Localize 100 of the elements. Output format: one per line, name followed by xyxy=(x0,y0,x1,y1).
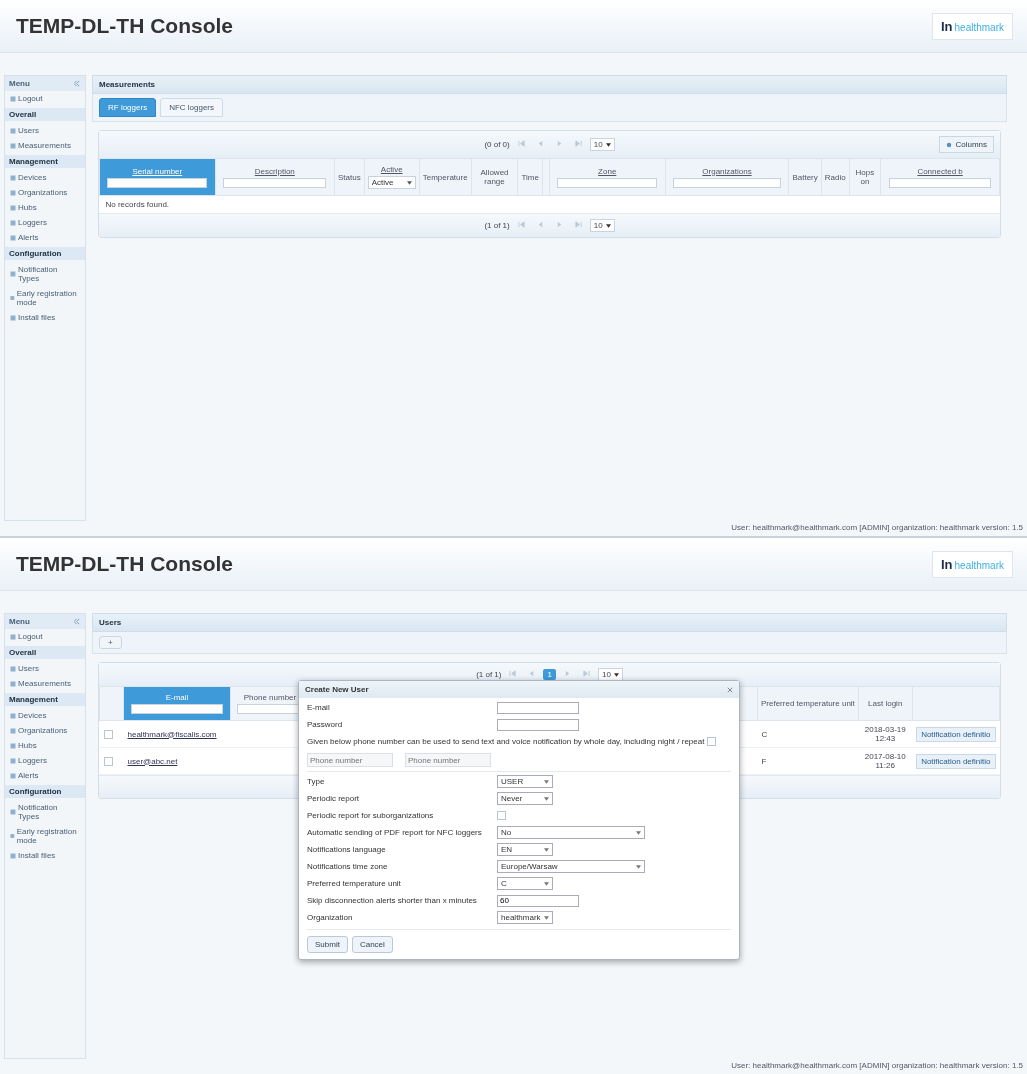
email-link[interactable]: user@abc.net xyxy=(127,756,178,766)
row-checkbox[interactable] xyxy=(103,756,113,766)
checkbox[interactable] xyxy=(497,811,506,820)
filter-field[interactable] xyxy=(107,177,208,188)
filter-field[interactable] xyxy=(557,177,658,188)
sidebar-item[interactable]: Hubs xyxy=(5,738,85,753)
caret-icon xyxy=(544,779,549,784)
bullet-icon xyxy=(10,204,16,211)
previous-page-icon xyxy=(528,670,536,677)
dropdown[interactable]: EN xyxy=(497,843,553,856)
page-size-select[interactable]: 10 xyxy=(589,138,615,151)
dropdown[interactable]: No xyxy=(497,826,645,839)
sidebar-item[interactable]: Users xyxy=(5,661,85,676)
field-label: E-mail xyxy=(307,703,331,712)
column-header[interactable]: Time xyxy=(517,158,543,196)
sidebar-item[interactable]: Organizations xyxy=(5,723,85,738)
dropdown[interactable]: Europe/Warsaw xyxy=(497,860,645,873)
sidebar-item[interactable]: Early registration mode xyxy=(5,824,85,848)
bullet-icon xyxy=(10,174,16,181)
dropdown[interactable]: USER xyxy=(497,775,553,788)
sidebar-item[interactable]: Devices xyxy=(5,170,85,185)
column-header[interactable]: Hops on xyxy=(849,158,881,196)
column-header[interactable]: Radio xyxy=(821,158,850,196)
column-header[interactable]: Allowed range xyxy=(471,158,518,196)
table-cell: 2018-03-19 12:43 xyxy=(864,725,906,743)
text-field[interactable] xyxy=(497,701,579,714)
column-header[interactable]: Battery xyxy=(788,158,822,196)
column-header[interactable]: Zone xyxy=(549,158,666,196)
filter-field[interactable] xyxy=(223,177,327,188)
field-label: Periodic report xyxy=(307,794,361,803)
sidebar-item[interactable]: Loggers xyxy=(5,753,85,768)
column-header[interactable]: Description xyxy=(215,158,335,196)
sidebar-item[interactable]: Alerts xyxy=(5,768,85,783)
last-page-icon xyxy=(574,221,582,228)
sidebar-item[interactable]: Measurements xyxy=(5,676,85,691)
sidebar-item[interactable]: Notification Types xyxy=(5,800,85,824)
column-header[interactable]: Organizations xyxy=(665,158,789,196)
first-page-icon xyxy=(509,670,517,677)
sidebar-item[interactable]: Users xyxy=(5,123,85,138)
bullet-icon xyxy=(10,712,16,719)
page-size-select[interactable]: 10 xyxy=(589,219,615,232)
column-header[interactable]: Active Active xyxy=(364,158,420,196)
sidebar-item[interactable]: Alerts xyxy=(5,230,85,245)
bullet-icon xyxy=(10,680,16,687)
bullet-icon xyxy=(10,295,15,301)
dropdown[interactable]: C xyxy=(497,877,553,890)
column-header[interactable]: Preferred temperature unit xyxy=(757,686,859,721)
bullet-icon xyxy=(10,142,16,149)
first-page-icon xyxy=(517,221,525,228)
columns-button[interactable]: Columns xyxy=(939,136,994,153)
sidebar-section-header: Management xyxy=(5,155,85,168)
sidebar-item[interactable]: Hubs xyxy=(5,200,85,215)
tab[interactable]: NFC loggers xyxy=(160,98,224,117)
bullet-icon xyxy=(10,271,16,277)
table-cell: F xyxy=(761,756,767,766)
caret-icon xyxy=(544,847,549,852)
last-page-icon xyxy=(574,140,582,147)
filter-select[interactable]: Active xyxy=(367,176,416,189)
field-label: Given below phone number can be used to send text and voice notification by whole day, including night / repeat xyxy=(307,737,705,746)
sidebar-item[interactable]: Measurements xyxy=(5,138,85,153)
table-cell: C xyxy=(761,729,768,739)
next-page-icon xyxy=(555,221,563,228)
bullet-icon xyxy=(10,833,15,839)
sidebar-item[interactable]: Logout xyxy=(5,629,85,644)
column-header[interactable] xyxy=(542,158,550,196)
email-link[interactable]: healthmark@fiscalis.com xyxy=(127,729,217,739)
filter-field[interactable] xyxy=(131,704,223,714)
filter-field[interactable] xyxy=(888,177,992,188)
sidebar-item[interactable]: Logout xyxy=(5,91,85,106)
column-header[interactable]: Last login xyxy=(858,686,913,721)
row-checkbox[interactable] xyxy=(103,729,113,739)
filter-field[interactable] xyxy=(673,177,781,188)
sidebar-item[interactable]: Install files xyxy=(5,310,85,325)
notification-definitions-button[interactable]: Notification definitio xyxy=(916,753,996,769)
field-label: Automatic sending of PDF report for NFC loggers xyxy=(307,828,483,837)
column-header[interactable]: Status xyxy=(334,158,365,196)
dropdown[interactable]: Never xyxy=(497,792,553,805)
sidebar-item[interactable]: Notification Types xyxy=(5,262,85,286)
sidebar-item[interactable]: Early registration mode xyxy=(5,286,85,310)
caret-icon xyxy=(544,915,549,920)
field-label: Skip disconnection alerts shorter than x minutes xyxy=(307,896,478,905)
dropdown[interactable]: healthmark xyxy=(497,911,553,924)
column-header[interactable]: Connected b xyxy=(880,158,1000,196)
add-button[interactable]: + xyxy=(99,636,122,649)
previous-page-icon xyxy=(536,221,544,228)
sidebar-item[interactable]: Devices xyxy=(5,708,85,723)
bullet-icon xyxy=(10,127,16,134)
dialog-button[interactable]: Submit xyxy=(307,936,348,953)
checkbox[interactable] xyxy=(707,737,717,746)
sidebar-item[interactable]: Loggers xyxy=(5,215,85,230)
sidebar-item[interactable]: Install files xyxy=(5,848,85,863)
sidebar-item[interactable]: Organizations xyxy=(5,185,85,200)
close-icon[interactable] xyxy=(727,686,733,693)
text-field[interactable]: 60 xyxy=(497,894,579,907)
column-header[interactable]: Temperature xyxy=(419,158,472,196)
collapse-icon[interactable] xyxy=(74,618,81,625)
dialog-button[interactable]: Cancel xyxy=(351,936,393,953)
notification-definitions-button[interactable]: Notification definitio xyxy=(916,726,996,742)
text-field[interactable] xyxy=(497,718,579,731)
collapse-icon[interactable] xyxy=(74,80,81,87)
